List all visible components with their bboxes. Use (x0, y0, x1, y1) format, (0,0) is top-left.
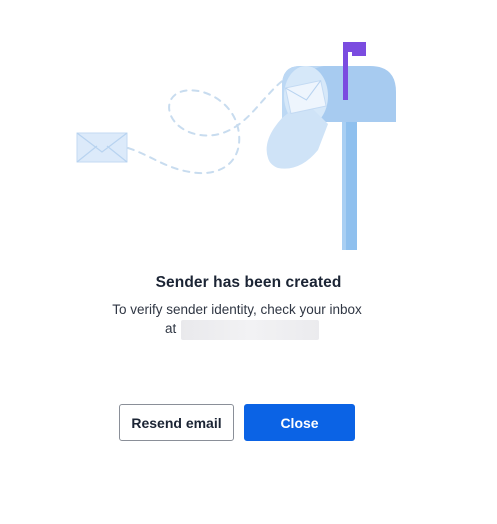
mailbox-icon (266, 66, 396, 250)
sender-created-dialog: Sender has been created To verify sender… (0, 0, 497, 524)
dialog-message: To verify sender identity, check your in… (112, 302, 362, 317)
mailbox-illustration (76, 42, 396, 250)
resend-email-button[interactable]: Resend email (119, 404, 234, 441)
redacted-email-address (181, 320, 319, 340)
dialog-message-at: at (165, 321, 177, 336)
dialog-title: Sender has been created (155, 274, 342, 291)
close-button[interactable]: Close (244, 404, 355, 441)
envelope-icon (76, 132, 128, 163)
